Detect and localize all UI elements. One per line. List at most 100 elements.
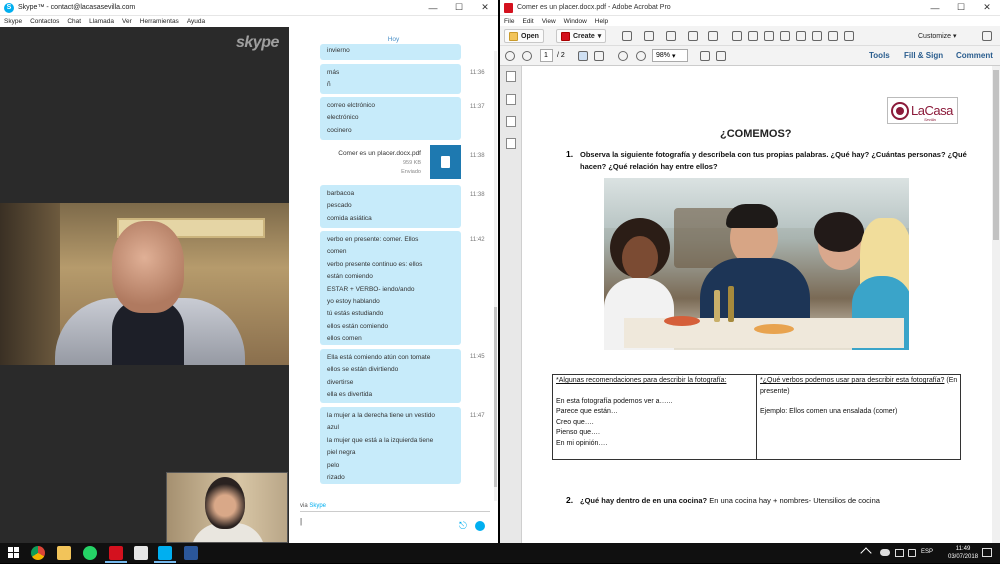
menu-ayuda[interactable]: Ayuda: [187, 18, 205, 25]
chat-message: Ella está comiendo atún con tomate ellos…: [320, 349, 461, 403]
table-left-heading: *Algunas recomendaciones para describir …: [556, 377, 727, 384]
zoom-select[interactable]: 98% ▾: [652, 49, 688, 62]
print-icon[interactable]: [666, 31, 676, 41]
tools-tab[interactable]: Tools: [869, 51, 890, 60]
menu-skype[interactable]: Skype: [4, 18, 22, 25]
export-icon[interactable]: [828, 31, 838, 41]
notifications-icon[interactable]: [982, 548, 992, 557]
paperclip-icon[interactable]: [506, 116, 516, 127]
navigation-pane: [500, 66, 522, 543]
message-input[interactable]: |: [300, 517, 460, 533]
skype-taskbar-icon[interactable]: [158, 546, 172, 560]
chat-message: verbo en presente: comer. Ellos comen ve…: [320, 231, 461, 345]
minimize-button[interactable]: —: [420, 0, 446, 15]
table-icon[interactable]: [844, 31, 854, 41]
volume-icon[interactable]: [908, 549, 916, 557]
menu-chat[interactable]: Chat: [67, 18, 81, 25]
signature-icon[interactable]: [506, 138, 516, 149]
document-icon[interactable]: [812, 31, 822, 41]
skype-window: S Skype™ - contact@lacasasevilla.com — ☐…: [0, 0, 498, 543]
remote-video-feed: [0, 203, 289, 365]
word-icon[interactable]: [184, 546, 198, 560]
windows-start-icon[interactable]: [8, 546, 22, 560]
customize-menu[interactable]: Customize ▾: [918, 32, 957, 40]
create-button[interactable]: Create ▾: [556, 29, 607, 43]
upload-icon[interactable]: [644, 31, 654, 41]
close-button[interactable]: ✕: [974, 0, 1000, 15]
file-attachment[interactable]: Comer es un placer.docx.pdf 959 KB Envia…: [320, 145, 461, 179]
acrobat-taskbar-icon[interactable]: [109, 546, 123, 560]
menu-llamada[interactable]: Llamada: [89, 18, 114, 25]
message-time: 11:38: [470, 153, 485, 159]
clock-date: 03/07/2018: [948, 554, 979, 560]
battery-icon[interactable]: [895, 549, 904, 557]
redact-icon[interactable]: [796, 31, 806, 41]
comment-tab[interactable]: Comment: [956, 51, 993, 60]
chat-scrollbar-thumb[interactable]: [494, 307, 497, 487]
menu-view[interactable]: View: [542, 18, 556, 25]
question-2: ¿Qué hay dentro de en una cocina? En una…: [580, 496, 880, 505]
language-indicator[interactable]: ESP: [921, 549, 933, 555]
bookmark-icon[interactable]: [506, 94, 516, 105]
fill-sign-tab[interactable]: Fill & Sign: [904, 51, 943, 60]
menu-window[interactable]: Window: [564, 18, 587, 25]
skype-titlebar: S Skype™ - contact@lacasasevilla.com — ☐…: [0, 0, 498, 16]
page-total: / 2: [557, 52, 565, 59]
question-1-line-1: Observa la siguiente fotografía y descrí…: [580, 150, 967, 159]
menu-herramientas[interactable]: Herramientas: [140, 18, 179, 25]
skype-menubar: Skype Contactos Chat Llamada Ver Herrami…: [0, 16, 498, 27]
table-right-example: Ejemplo: Ellos comen una ensalada (comer…: [760, 408, 898, 415]
page-toolbar: 1 / 2 98% ▾ Tools Fill & Sign Comment: [500, 46, 1000, 66]
page-up-icon[interactable]: [505, 51, 515, 61]
paperclip-icon[interactable]: ⎋: [459, 521, 467, 532]
chrome-icon[interactable]: [31, 546, 45, 560]
maximize-button[interactable]: ☐: [446, 0, 472, 15]
table-left-line: En mi opinión….: [556, 440, 608, 447]
hand-tool-icon[interactable]: [594, 51, 604, 61]
select-tool-icon[interactable]: [578, 51, 588, 61]
acrobat-titlebar: Comer es un placer.docx.pdf - Adobe Acro…: [500, 0, 1000, 16]
highlight-icon[interactable]: [764, 31, 774, 41]
email-icon[interactable]: [708, 31, 718, 41]
page-number-input[interactable]: 1: [540, 49, 553, 62]
open-button[interactable]: Open: [504, 29, 544, 43]
sign-icon[interactable]: [780, 31, 790, 41]
document-scrollbar-thumb[interactable]: [993, 70, 999, 240]
folder-icon: [509, 31, 518, 41]
chevron-up-icon[interactable]: [860, 547, 872, 559]
emoticon-icon[interactable]: [475, 521, 485, 531]
menu-contactos[interactable]: Contactos: [30, 18, 59, 25]
expand-icon[interactable]: [982, 31, 992, 41]
menu-file[interactable]: File: [504, 18, 514, 25]
zoom-in-icon[interactable]: [636, 51, 646, 61]
skype-app-icon: S: [4, 2, 14, 13]
table-left-line: Pienso que….: [556, 429, 600, 436]
menu-edit[interactable]: Edit: [522, 18, 533, 25]
question-1-line-2: hacen? ¿Qué relación hay entre ellos?: [580, 162, 718, 171]
file-status: Enviado: [401, 169, 421, 175]
photos-icon[interactable]: [134, 546, 148, 560]
self-video-preview[interactable]: [166, 472, 288, 543]
read-mode-icon[interactable]: [716, 51, 726, 61]
windows-taskbar: [0, 543, 1000, 563]
minimize-button[interactable]: —: [922, 0, 948, 15]
menu-ver[interactable]: Ver: [122, 18, 132, 25]
onedrive-icon[interactable]: [880, 549, 890, 556]
menu-help[interactable]: Help: [595, 18, 608, 25]
whatsapp-icon[interactable]: [83, 546, 97, 560]
fit-page-icon[interactable]: [700, 51, 710, 61]
table-left-line: Creo que….: [556, 419, 594, 426]
zoom-out-icon[interactable]: [618, 51, 628, 61]
via-skype-link[interactable]: Skype: [309, 503, 326, 509]
pages-icon[interactable]: [506, 71, 516, 82]
maximize-button[interactable]: ☐: [948, 0, 974, 15]
close-button[interactable]: ✕: [472, 0, 498, 15]
comment-icon[interactable]: [748, 31, 758, 41]
edit-icon[interactable]: [688, 31, 698, 41]
file-explorer-icon[interactable]: [57, 546, 71, 560]
gear-icon[interactable]: [732, 31, 742, 41]
taskbar-clock[interactable]: 11:49 03/07/2018: [948, 545, 978, 561]
page-down-icon[interactable]: [522, 51, 532, 61]
question-number: 1.: [566, 149, 574, 159]
save-icon[interactable]: [622, 31, 632, 41]
